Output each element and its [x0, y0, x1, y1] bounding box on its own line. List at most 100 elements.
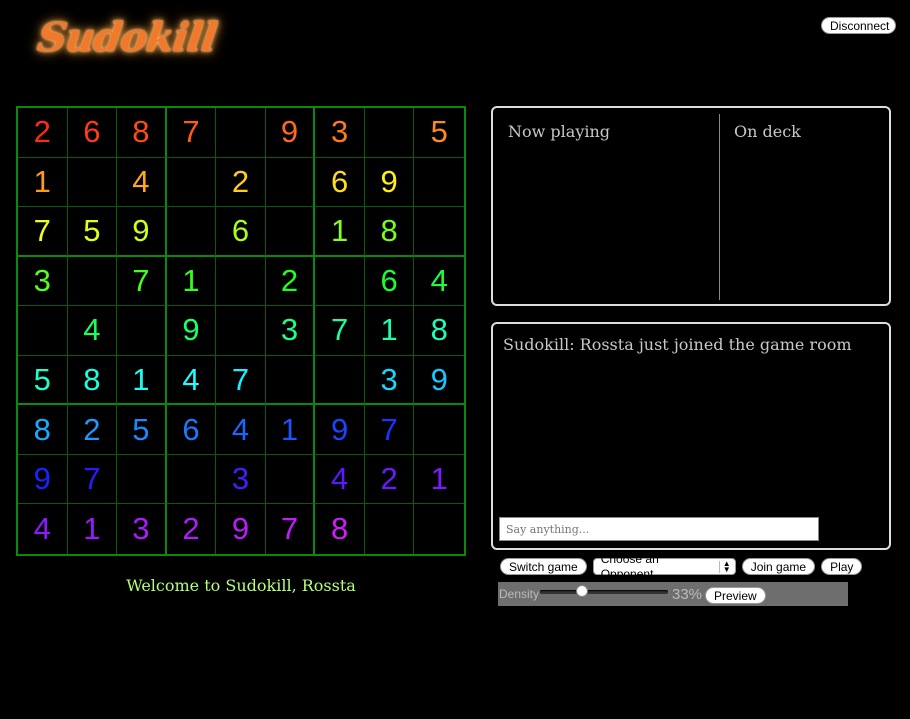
board-cell[interactable] [117, 306, 167, 356]
board-cell[interactable]: 6 [216, 207, 266, 257]
board-cell[interactable] [117, 454, 167, 505]
board-cell[interactable]: 9 [315, 405, 365, 455]
board-cell[interactable]: 9 [117, 207, 167, 257]
board-cell[interactable]: 1 [364, 306, 415, 356]
board-cell[interactable] [414, 158, 464, 208]
board-cell[interactable]: 7 [315, 306, 365, 356]
board-cell[interactable]: 1 [117, 355, 167, 406]
board-cell[interactable]: 1 [414, 455, 464, 505]
welcome-message: Welcome to Sudokill, Rossta [126, 576, 356, 595]
board-cell[interactable]: 5 [67, 207, 118, 257]
on-deck-label: On deck [734, 122, 801, 141]
board-cell[interactable]: 6 [67, 108, 118, 158]
board-cell[interactable]: 9 [414, 356, 464, 406]
board-cell[interactable] [315, 256, 365, 307]
board-cell[interactable] [265, 454, 316, 505]
board-cell[interactable]: 4 [414, 257, 464, 307]
board-cell[interactable]: 4 [18, 504, 68, 554]
opponent-select-value: Choose an Opponent [600, 551, 659, 581]
board-cell[interactable] [265, 207, 316, 257]
board-cell[interactable] [315, 355, 365, 406]
board-cell[interactable]: 2 [167, 504, 217, 554]
board-cell[interactable]: 5 [18, 355, 68, 406]
board-cell[interactable] [216, 256, 266, 307]
board-cell[interactable]: 8 [414, 306, 464, 356]
board-cell[interactable] [166, 454, 217, 505]
board-cell[interactable]: 4 [216, 405, 266, 455]
density-slider[interactable] [540, 585, 668, 597]
board-cell[interactable]: 7 [67, 454, 118, 505]
board-cell[interactable]: 2 [67, 405, 118, 455]
board-cell[interactable] [166, 207, 217, 257]
board-cell[interactable] [166, 157, 217, 208]
play-button[interactable]: Play [821, 558, 863, 575]
board-cell[interactable]: 1 [166, 256, 217, 307]
board-cell[interactable] [414, 207, 464, 257]
board-cell[interactable]: 8 [18, 405, 68, 455]
players-divider [719, 114, 720, 300]
board-cell[interactable] [265, 157, 316, 208]
board-cell[interactable]: 3 [117, 504, 167, 554]
chat-input[interactable] [499, 517, 819, 541]
board-cell[interactable]: 9 [18, 454, 68, 505]
board-cell[interactable]: 8 [315, 504, 365, 554]
board-cell[interactable]: 3 [315, 108, 365, 158]
sudokill-logo: Sudokill [34, 14, 220, 61]
board-cell[interactable]: 2 [265, 256, 316, 307]
density-label: Density [499, 587, 540, 601]
board-cell[interactable]: 8 [364, 207, 415, 257]
board-cell[interactable]: 4 [67, 306, 118, 356]
board-cell[interactable]: 5 [414, 108, 464, 158]
board-cell[interactable]: 7 [166, 108, 217, 158]
density-slider-thumb[interactable] [576, 585, 589, 597]
board-cell[interactable] [414, 504, 464, 554]
board-cell[interactable]: 7 [216, 355, 266, 406]
density-value: 33% [672, 586, 703, 603]
game-controls: Switch game Choose an Opponent ▲ ▼ Join g… [500, 552, 863, 581]
board-cell[interactable]: 3 [265, 306, 316, 356]
board-cell[interactable] [364, 108, 415, 158]
board-cell[interactable]: 8 [67, 355, 118, 406]
board-cell[interactable]: 9 [364, 157, 415, 208]
board-cell[interactable]: 6 [166, 405, 217, 455]
board-cell[interactable]: 3 [364, 355, 415, 406]
board-cell[interactable]: 2 [364, 454, 415, 505]
board-cell[interactable] [216, 306, 266, 356]
select-arrows-icon: ▲ ▼ [718, 559, 731, 573]
board-cell[interactable]: 9 [216, 504, 266, 554]
board-cell[interactable]: 3 [216, 454, 266, 505]
board-cell[interactable] [18, 306, 68, 356]
preview-button[interactable]: Preview [705, 587, 766, 604]
board-cell[interactable]: 9 [166, 306, 217, 356]
join-game-button[interactable]: Join game [741, 558, 816, 575]
board-cell[interactable]: 4 [117, 157, 167, 208]
board-cell[interactable]: 1 [315, 207, 365, 257]
board-cell[interactable] [67, 256, 118, 307]
board-cell[interactable]: 6 [315, 157, 365, 208]
board-cell[interactable]: 4 [315, 454, 365, 505]
board-cell[interactable]: 7 [364, 405, 415, 455]
opponent-select[interactable]: Choose an Opponent ▲ ▼ [592, 552, 736, 581]
board-cell[interactable] [265, 355, 316, 406]
board-cell[interactable] [365, 504, 415, 554]
chat-message: Sudokill: Rossta just joined the game ro… [503, 335, 852, 354]
board-cell[interactable]: 7 [117, 256, 167, 307]
board-cell[interactable]: 9 [265, 108, 316, 158]
board-cell[interactable]: 7 [266, 504, 316, 554]
board-cell[interactable]: 1 [18, 157, 68, 208]
board-cell[interactable]: 3 [18, 256, 68, 307]
board-cell[interactable] [414, 405, 464, 455]
board-cell[interactable]: 6 [364, 256, 415, 307]
board-cell[interactable]: 5 [117, 405, 167, 455]
board-cell[interactable]: 2 [216, 157, 266, 208]
board-cell[interactable]: 4 [166, 355, 217, 406]
board-cell[interactable] [67, 157, 118, 208]
disconnect-button[interactable]: Disconnect [821, 17, 896, 34]
board-cell[interactable]: 8 [117, 108, 167, 158]
board-cell[interactable]: 7 [18, 207, 68, 257]
switch-game-button[interactable]: Switch game [500, 558, 587, 575]
board-cell[interactable]: 1 [68, 504, 118, 554]
board-cell[interactable]: 1 [265, 405, 316, 455]
board-cell[interactable]: 2 [18, 108, 68, 158]
board-cell[interactable] [216, 108, 266, 158]
